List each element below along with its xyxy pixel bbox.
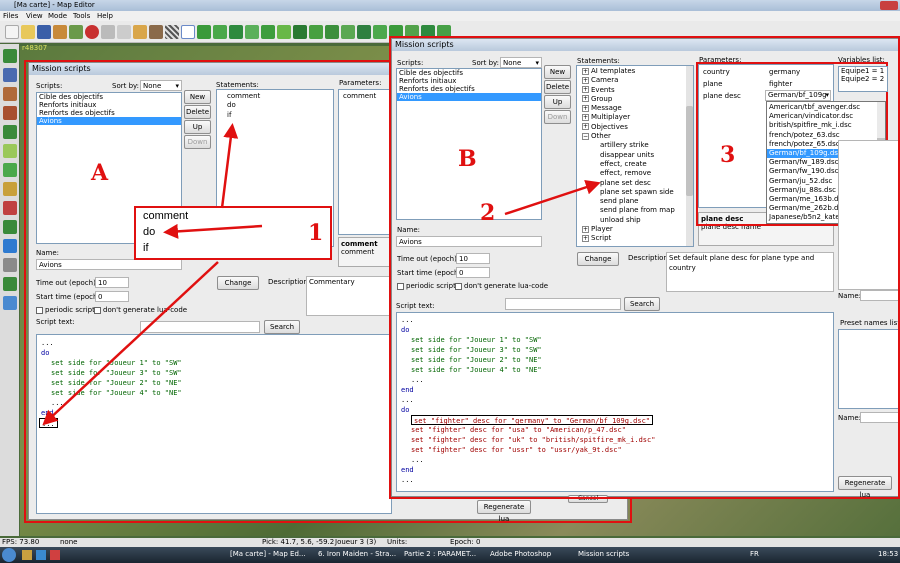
mode-readout: none [60, 538, 78, 546]
label-1: 1 [308, 220, 324, 246]
arrow-2-to-tree [504, 180, 601, 216]
label-a: A [91, 160, 109, 186]
taskbar-item[interactable]: [Ma carte] - Map Ed... [230, 550, 314, 558]
arrow-1-to-code [42, 261, 219, 426]
taskbar: [Ma carte] - Map Ed... 6. Iron Maiden - … [0, 547, 900, 563]
arrow-1-to-statements [220, 123, 239, 209]
player-readout: Joueur 3 (3) [335, 538, 377, 546]
units-readout: Units: [387, 538, 408, 546]
quicklaunch-icon[interactable] [36, 550, 46, 560]
label-3: 3 [720, 142, 736, 168]
pick-readout: Pick: 41.7, 5.6, -59.2 [262, 538, 335, 546]
taskbar-item[interactable]: Partie 2 : PARAMET... [404, 550, 484, 558]
language-indicator[interactable]: FR [750, 550, 759, 558]
label-2: 2 [480, 200, 496, 226]
quicklaunch-icon[interactable] [22, 550, 32, 560]
taskbar-item[interactable]: 6. Iron Maiden - Stra... [318, 550, 398, 558]
label-b: B [458, 146, 477, 172]
annotation-arrows [42, 123, 601, 426]
quicklaunch-icon[interactable] [50, 550, 60, 560]
clock[interactable]: 18:53 [878, 550, 898, 558]
status-bar: FPS: 73.80 none Pick: 41.7, 5.6, -59.2 J… [0, 538, 900, 547]
start-button-icon[interactable] [2, 548, 16, 562]
taskbar-item[interactable]: Adobe Photoshop [490, 550, 574, 558]
taskbar-item[interactable]: Mission scripts [578, 550, 662, 558]
fps-readout: FPS: 73.80 [2, 538, 40, 546]
epoch-readout: Epoch: 0 [450, 538, 481, 546]
arrow-1-to-zoom [163, 223, 263, 239]
